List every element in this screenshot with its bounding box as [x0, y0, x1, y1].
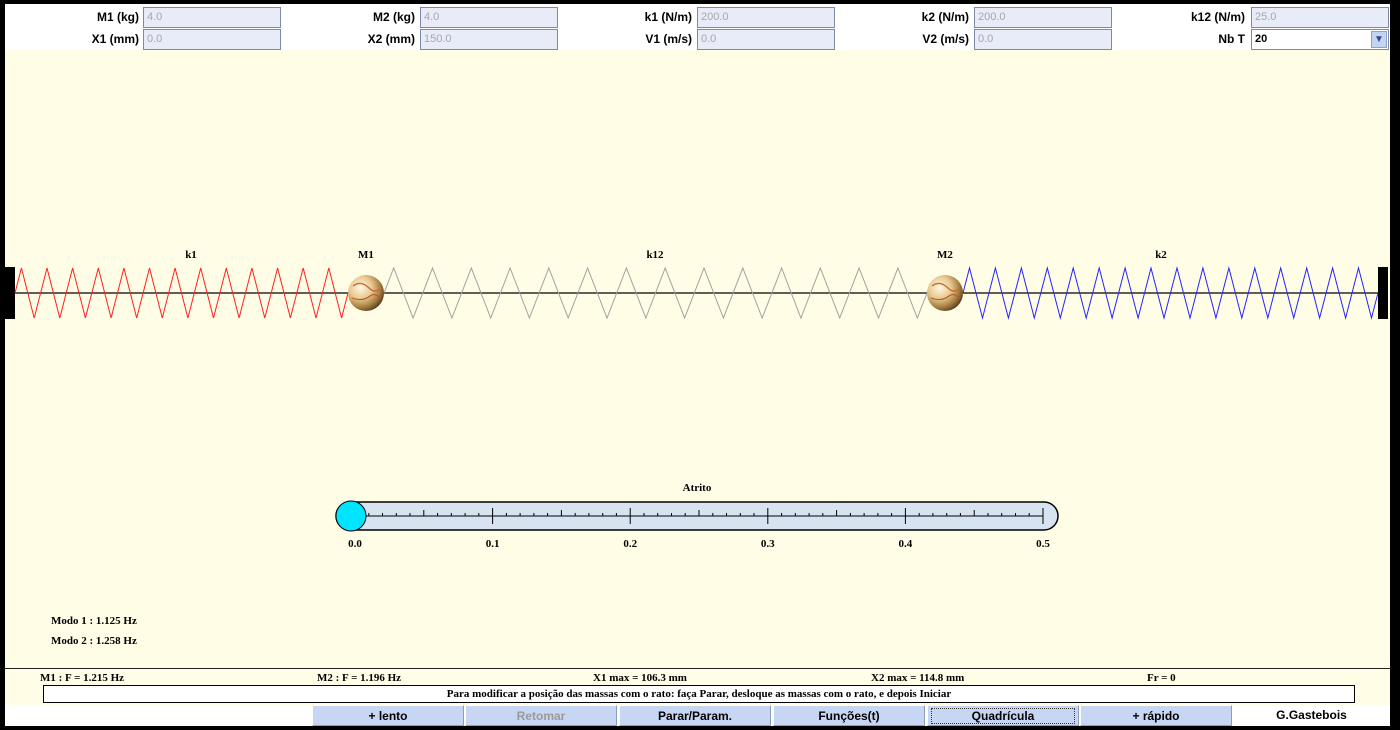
- m1-frequency: M1 : F = 1.215 Hz: [40, 672, 125, 684]
- mode-1-frequency: Modo 1 : 1.125 Hz: [51, 615, 137, 627]
- stop-button[interactable]: Parar/Param.: [619, 705, 771, 726]
- button-bar: + lento Retomar Parar/Param. Funções(t) …: [5, 705, 1390, 726]
- friction-tick-label: 0.3: [761, 538, 775, 550]
- k2-label: k2: [1155, 249, 1167, 261]
- mode-2-frequency: Modo 2 : 1.258 Hz: [51, 635, 137, 647]
- friction-tick-label: 0.2: [623, 538, 637, 550]
- k1-label: k1: [185, 249, 197, 261]
- m1-label: M1: [358, 249, 374, 261]
- faster-button[interactable]: + rápido: [1080, 705, 1232, 726]
- slower-button[interactable]: + lento: [312, 705, 464, 726]
- functions-button[interactable]: Funções(t): [773, 705, 925, 726]
- mass-m2[interactable]: [927, 275, 963, 311]
- left-wall: [5, 267, 15, 319]
- author-label: G.Gastebois: [1233, 705, 1390, 726]
- m2-frequency: M2 : F = 1.196 Hz: [317, 672, 402, 684]
- instruction-message: Para modificar a posição das massas com …: [43, 685, 1355, 703]
- friction-slider-knob[interactable]: [335, 500, 367, 532]
- k12-label: k12: [646, 249, 664, 261]
- grid-button-label: Quadrícula: [930, 708, 1076, 724]
- grid-button[interactable]: Quadrícula: [927, 705, 1079, 726]
- mass-m1[interactable]: [348, 275, 384, 311]
- x2-max: X2 max = 114.8 mm: [871, 672, 965, 684]
- friction-tick-labels: 0.0 0.1 0.2 0.3 0.4 0.5: [348, 538, 1050, 550]
- resume-button[interactable]: Retomar: [465, 705, 617, 726]
- oscillator-scene: k1 M1 k12 M2 k2 Atrito 0.0 0.1 0.2 0.3 0.4 0.…: [5, 249, 1388, 550]
- friction-tick-label: 0.0: [348, 538, 362, 550]
- status-row: M1 : F = 1.215 Hz M2 : F = 1.196 Hz X1 m…: [5, 668, 1390, 686]
- x1-max: X1 max = 106.3 mm: [593, 672, 687, 684]
- friction-tick-label: 0.4: [899, 538, 913, 550]
- friction-title: Atrito: [683, 482, 712, 494]
- friction-tick-label: 0.5: [1036, 538, 1050, 550]
- m2-label: M2: [937, 249, 953, 261]
- right-wall: [1378, 267, 1388, 319]
- simulation-applet: M1 (kg) 4.0 M2 (kg) 4.0 k1 (N/m) 200.0 k…: [5, 4, 1390, 726]
- friction-tick-label: 0.1: [486, 538, 500, 550]
- friction-force: Fr = 0: [1147, 672, 1176, 684]
